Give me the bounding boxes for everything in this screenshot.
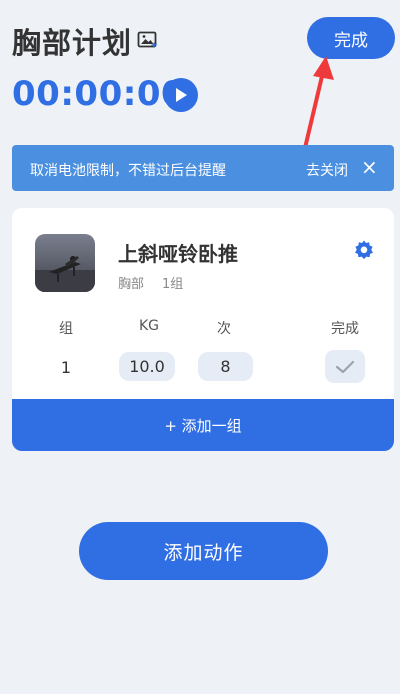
- set-complete-checkbox[interactable]: [325, 350, 365, 383]
- exercise-meta: 胸部 1组: [118, 273, 201, 292]
- reps-input[interactable]: 8: [198, 352, 253, 381]
- column-header-done: 完成: [331, 321, 359, 337]
- add-set-button[interactable]: + 添加一组: [12, 399, 394, 451]
- play-icon: [176, 88, 187, 102]
- kg-input[interactable]: 10.0: [119, 352, 175, 381]
- column-header-set: 组: [59, 321, 73, 337]
- image-edit-icon[interactable]: [137, 30, 159, 50]
- exercise-thumbnail[interactable]: [35, 234, 95, 292]
- gear-icon[interactable]: [353, 239, 375, 261]
- column-header-kg: KG: [138, 318, 160, 334]
- check-icon: [335, 360, 355, 373]
- workout-timer: 00:00:00: [12, 74, 186, 114]
- set-number: 1: [60, 358, 72, 377]
- close-icon[interactable]: ×: [361, 155, 378, 179]
- banner-go-close-link[interactable]: 去关闭: [306, 160, 348, 180]
- exercise-name: 上斜哑铃卧推: [118, 242, 238, 266]
- play-button[interactable]: [164, 78, 198, 112]
- add-action-button[interactable]: 添加动作: [79, 522, 328, 580]
- exercise-body-part: 胸部: [118, 277, 145, 292]
- banner-text: 取消电池限制，不错过后台提醒: [30, 163, 226, 179]
- exercise-card: 上斜哑铃卧推 胸部 1组 组 KG 次 完成 1 10.0 8 + 添加一组: [12, 208, 394, 451]
- column-header-reps: 次: [217, 321, 231, 337]
- page-title: 胸部计划: [12, 26, 133, 60]
- done-button[interactable]: 完成: [307, 17, 395, 59]
- exercise-set-count: 1组: [162, 277, 184, 292]
- battery-limit-banner: 取消电池限制，不错过后台提醒 去关闭 ×: [12, 145, 394, 191]
